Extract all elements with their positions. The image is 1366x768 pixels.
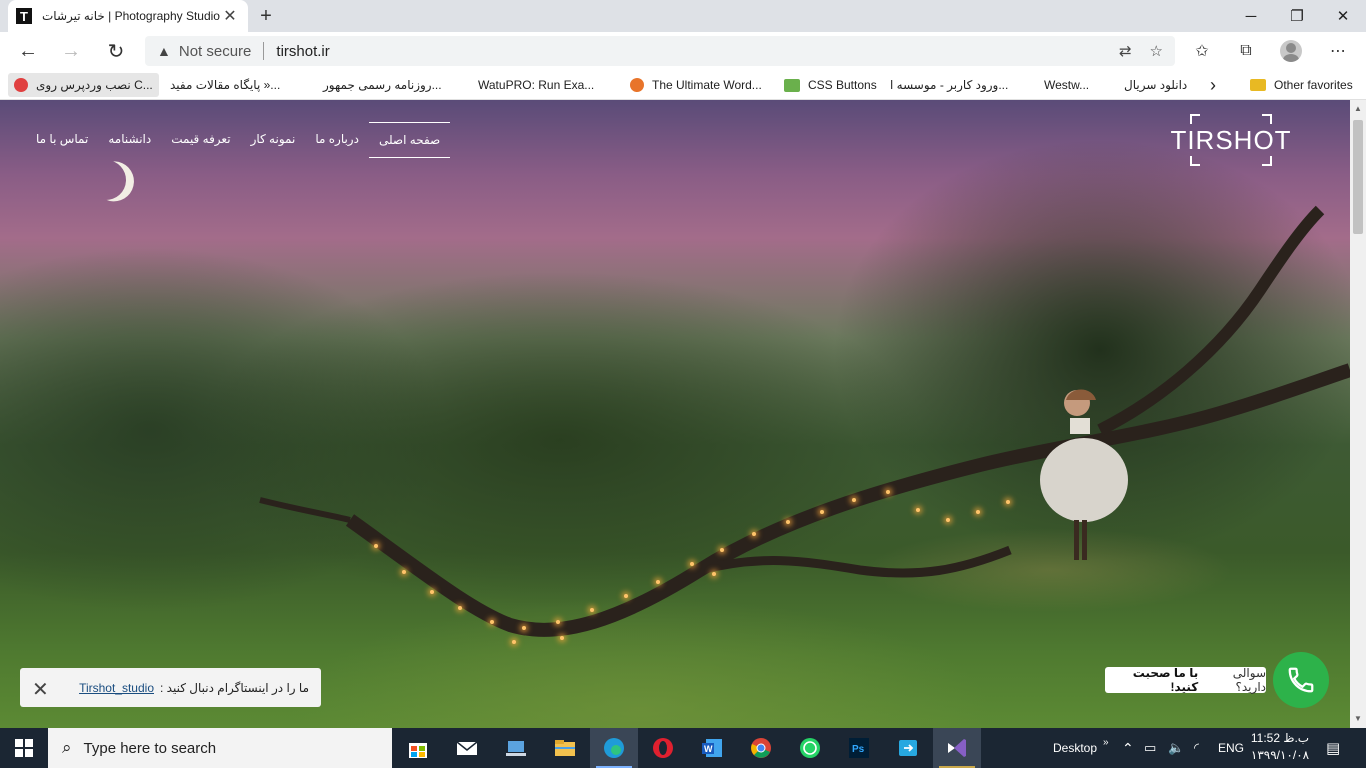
share-icon[interactable]: [884, 728, 932, 768]
chat-question: سوالی دارید؟: [1232, 666, 1266, 694]
nav-pricing[interactable]: تعرفه قیمت: [161, 122, 240, 158]
search-placeholder: Type here to search: [83, 739, 217, 757]
mail-icon[interactable]: [443, 728, 491, 768]
more-menu-icon[interactable]: ⋯: [1324, 38, 1352, 64]
url-text[interactable]: tirshot.ir: [276, 43, 329, 60]
date: ۱۳۹۹/۱۰/۰۸: [1250, 748, 1310, 762]
nav-home[interactable]: صفحه اصلی: [368, 122, 451, 158]
store-icon[interactable]: [394, 728, 442, 768]
translate-icon[interactable]: ⇄: [1119, 42, 1132, 60]
favorite-item[interactable]: The Ultimate Word...: [630, 73, 762, 97]
instagram-notice-text: ما را در اینستاگرام دنبال کنید :: [160, 680, 309, 695]
new-tab-button[interactable]: +: [254, 4, 278, 28]
chat-cta: با ما صحبت کنید!: [1132, 666, 1199, 694]
favorite-item[interactable]: دانلود سریال: [1124, 73, 1187, 97]
notifications-icon[interactable]: ▤: [1326, 728, 1340, 768]
network-icon[interactable]: ◜: [1194, 728, 1199, 768]
close-icon[interactable]: ✕: [32, 677, 49, 702]
warning-icon[interactable]: ▲: [157, 43, 171, 59]
favorite-item[interactable]: پایگاه مقالات مفید »...: [170, 73, 280, 189]
favorite-item[interactable]: روزنامه رسمی جمهور...: [323, 73, 442, 189]
site-favicon-icon: T: [16, 8, 32, 24]
forward-button[interactable]: →: [56, 37, 86, 65]
favorite-item[interactable]: CSS Buttons: [784, 73, 877, 97]
file-explorer-icon[interactable]: [541, 728, 589, 768]
scroll-down-icon[interactable]: ▼: [1354, 714, 1362, 723]
visual-studio-icon[interactable]: [933, 728, 981, 768]
scroll-up-icon[interactable]: ▲: [1354, 104, 1362, 113]
favorite-item[interactable]: WatuPRO: Run Exa...: [478, 73, 594, 189]
start-button[interactable]: [0, 728, 48, 768]
windows-taskbar: ⌕ Type here to search W Ps Desktop » ⌃ ▭…: [0, 728, 1366, 768]
photoshop-icon[interactable]: Ps: [835, 728, 883, 768]
chrome-icon[interactable]: [737, 728, 785, 768]
language-indicator[interactable]: ENG: [1218, 728, 1244, 768]
svg-text:Ps: Ps: [852, 744, 865, 755]
search-icon: ⌕: [62, 738, 72, 757]
nav-portfolio[interactable]: نمونه کار: [241, 122, 306, 158]
phone-icon: [1288, 667, 1314, 693]
hero-section: صفحه اصلی درباره ما نمونه کار تعرفه قیمت…: [0, 100, 1350, 728]
security-label[interactable]: Not secure: [179, 43, 252, 60]
laptop-icon[interactable]: [492, 728, 540, 768]
nav-encyclopedia[interactable]: دانشنامه: [98, 122, 161, 158]
svg-text:W: W: [704, 744, 713, 754]
taskbar-search[interactable]: ⌕ Type here to search: [48, 728, 392, 768]
orange-icon: [630, 78, 644, 92]
nav-contact[interactable]: تماس با ما: [26, 122, 98, 158]
favorite-item[interactable]: ورود کاربر - موسسه ا...: [890, 73, 1008, 189]
word-icon[interactable]: W: [688, 728, 736, 768]
show-hidden-icons[interactable]: ⌃: [1122, 728, 1134, 768]
windows-logo-icon: [15, 739, 33, 757]
back-button[interactable]: ←: [13, 37, 43, 65]
time: 11:52 ب.ظ: [1250, 731, 1310, 745]
desktop-toolbar[interactable]: Desktop »: [1053, 728, 1109, 768]
opera-icon[interactable]: [639, 728, 687, 768]
favorite-item[interactable]: Westw...: [1044, 73, 1089, 189]
divider: [263, 42, 265, 60]
whatsapp-icon[interactable]: [786, 728, 834, 768]
favorite-star-icon[interactable]: ☆: [1150, 42, 1163, 60]
scroll-thumb[interactable]: [1353, 120, 1363, 234]
chevron-right-icon[interactable]: ›: [1210, 73, 1216, 97]
wordpress-red-icon: [14, 78, 28, 92]
battery-icon[interactable]: ▭: [1144, 728, 1156, 768]
refresh-button[interactable]: ↻: [101, 37, 131, 65]
favorite-item[interactable]: نصب وردپرس روی C...: [8, 73, 159, 97]
page-scrollbar[interactable]: ▲ ▼: [1350, 100, 1366, 728]
close-window-button[interactable]: ✕: [1320, 0, 1366, 32]
tab-strip: T خانه تیرشات | Photography Studio ✕ + ─…: [0, 0, 1366, 32]
address-toolbar: ← → ↻ ▲ Not secure tirshot.ir ⇄ ☆ ✩ ⧉ ⋯: [0, 32, 1366, 70]
chat-prompt[interactable]: سوالی دارید؟ با ما صحبت کنید!: [1105, 666, 1266, 694]
instagram-handle-link[interactable]: Tirshot_studio: [79, 681, 154, 695]
green-icon: [784, 78, 800, 92]
favorites-bar: نصب وردپرس روی C... پایگاه مقالات مفید »…: [0, 70, 1366, 189]
browser-tab[interactable]: T خانه تیرشات | Photography Studio ✕: [8, 0, 248, 32]
nav-about[interactable]: درباره ما: [305, 122, 369, 158]
collections-icon[interactable]: ⧉: [1232, 38, 1260, 64]
other-favorites[interactable]: Other favorites: [1250, 73, 1353, 97]
chevron-icon: »: [1103, 736, 1109, 748]
edge-icon[interactable]: [590, 728, 638, 768]
volume-icon[interactable]: 🔈: [1168, 728, 1184, 768]
minimize-button[interactable]: ─: [1228, 0, 1274, 32]
clock[interactable]: 11:52 ب.ظ ۱۳۹۹/۱۰/۰۸: [1246, 730, 1314, 764]
profile-avatar[interactable]: [1280, 40, 1302, 62]
address-bar[interactable]: ▲ Not secure tirshot.ir ⇄ ☆: [145, 36, 1175, 66]
instagram-notice: ما را در اینستاگرام دنبال کنید : Tirshot…: [20, 668, 321, 707]
favorites-list-icon[interactable]: ✩: [1188, 38, 1216, 64]
tab-title: خانه تیرشات | Photography Studio: [42, 9, 220, 23]
call-button[interactable]: [1273, 652, 1329, 708]
site-logo[interactable]: TIRSHOT: [1170, 112, 1291, 168]
close-tab-icon[interactable]: ✕: [220, 6, 240, 26]
tree-branch-image: [259, 205, 1350, 637]
folder-icon: [1250, 79, 1266, 91]
restore-button[interactable]: ❐: [1274, 0, 1320, 32]
site-navigation: صفحه اصلی درباره ما نمونه کار تعرفه قیمت…: [26, 122, 451, 158]
